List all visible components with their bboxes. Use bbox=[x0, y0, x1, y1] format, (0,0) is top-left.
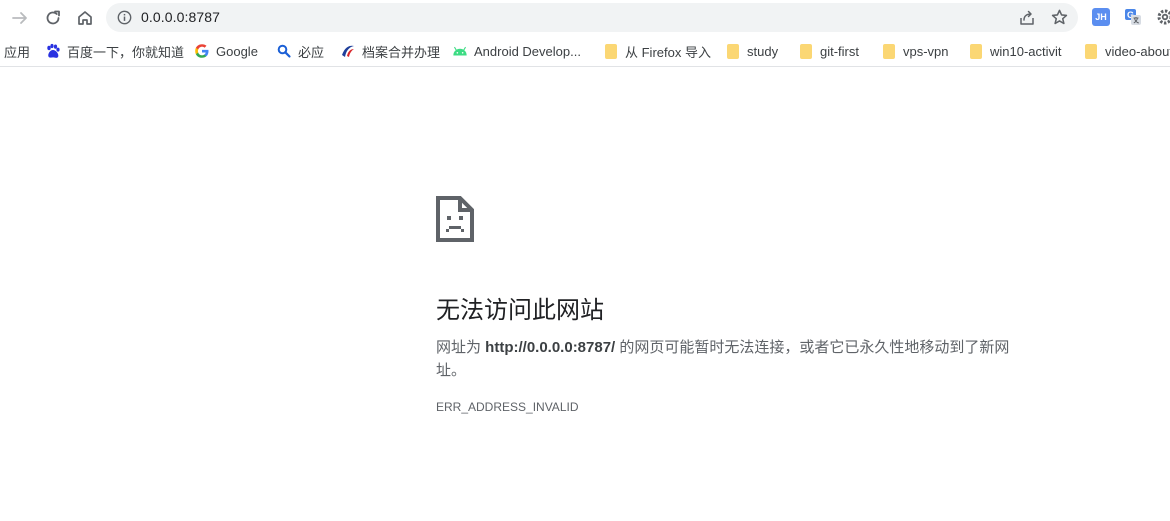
bookmark-bing[interactable]: 必应 bbox=[276, 42, 324, 60]
error-message-prefix: 网址为 bbox=[436, 339, 486, 356]
bookmark-google[interactable]: Google bbox=[194, 42, 258, 60]
error-message-url: http://0.0.0.0:8787/ bbox=[485, 339, 616, 356]
reload-icon bbox=[46, 10, 60, 25]
translate-icon: G bbox=[1125, 9, 1141, 25]
back-button[interactable] bbox=[8, 6, 32, 30]
translate-extension-button[interactable]: G bbox=[1124, 8, 1142, 26]
gear-icon bbox=[1157, 9, 1170, 25]
bookmark-folder-study[interactable]: study bbox=[725, 42, 778, 60]
bookmark-label: git-first bbox=[820, 43, 859, 59]
bookmark-label: vps-vpn bbox=[903, 43, 949, 59]
settings-extension-button[interactable] bbox=[1156, 8, 1170, 26]
bookmark-folder-firefox-import[interactable]: 从 Firefox 导入 bbox=[603, 42, 711, 60]
bookmark-label: 档案合并办理 bbox=[362, 44, 441, 60]
google-icon bbox=[194, 43, 210, 59]
folder-icon bbox=[798, 43, 814, 59]
bookmark-label: study bbox=[747, 43, 779, 59]
sad-document-icon bbox=[436, 196, 474, 242]
bookmark-label: win10-activit bbox=[990, 43, 1062, 59]
archive-logo-icon bbox=[340, 43, 356, 59]
bookmark-folder-win10-activit[interactable]: win10-activit bbox=[968, 42, 1062, 60]
bookmark-label: Android Develop... bbox=[474, 43, 581, 59]
android-icon bbox=[452, 43, 468, 59]
bookmark-archive[interactable]: 档案合并办理 bbox=[340, 42, 440, 60]
bookmark-label: 百度一下，你就知道 bbox=[67, 44, 185, 60]
bookmark-label: 应用 bbox=[4, 44, 31, 60]
bookmark-apps[interactable]: 应用 bbox=[4, 42, 30, 60]
error-code: ERR_ADDRESS_INVALID bbox=[436, 400, 579, 414]
bookmark-folder-vps-vpn[interactable]: vps-vpn bbox=[881, 42, 949, 60]
home-icon bbox=[78, 11, 92, 25]
share-icon[interactable] bbox=[1018, 9, 1036, 27]
error-message: 网址为 http://0.0.0.0:8787/ 的网页可能暂时无法连接，或者它… bbox=[436, 336, 1026, 382]
folder-icon bbox=[603, 43, 619, 59]
star-icon[interactable] bbox=[1050, 8, 1069, 27]
folder-icon bbox=[1083, 43, 1099, 59]
jh-extension-button[interactable]: JH bbox=[1092, 8, 1110, 26]
baidu-icon bbox=[45, 43, 61, 59]
url-text[interactable]: 0.0.0.0:8787 bbox=[141, 9, 220, 25]
info-icon[interactable] bbox=[117, 10, 132, 25]
bing-search-icon bbox=[276, 43, 292, 59]
bookmarks-bar: 应用 百度一下，你就知道 Google 必应 档案合并办理 Android De… bbox=[0, 36, 1170, 67]
error-title: 无法访问此网站 bbox=[436, 297, 604, 324]
bookmark-label: 从 Firefox 导入 bbox=[625, 44, 711, 60]
browser-toolbar: 0.0.0.0:8787 JH G bbox=[0, 0, 1170, 36]
bookmark-baidu[interactable]: 百度一下，你就知道 bbox=[45, 42, 184, 60]
folder-icon bbox=[968, 43, 984, 59]
folder-icon bbox=[725, 43, 741, 59]
bookmark-android-developers[interactable]: Android Develop... bbox=[452, 42, 581, 60]
bookmark-label: video-about bbox=[1105, 43, 1170, 59]
bookmark-folder-video-about[interactable]: video-about bbox=[1083, 42, 1170, 60]
arrow-right-icon bbox=[12, 12, 27, 24]
bookmark-label: 必应 bbox=[298, 44, 325, 60]
address-bar[interactable]: 0.0.0.0:8787 bbox=[106, 3, 1078, 32]
folder-icon bbox=[881, 43, 897, 59]
bookmark-label: Google bbox=[216, 43, 258, 59]
home-button[interactable] bbox=[73, 6, 97, 30]
bookmark-folder-git-first[interactable]: git-first bbox=[798, 42, 859, 60]
reload-button[interactable] bbox=[41, 6, 65, 30]
